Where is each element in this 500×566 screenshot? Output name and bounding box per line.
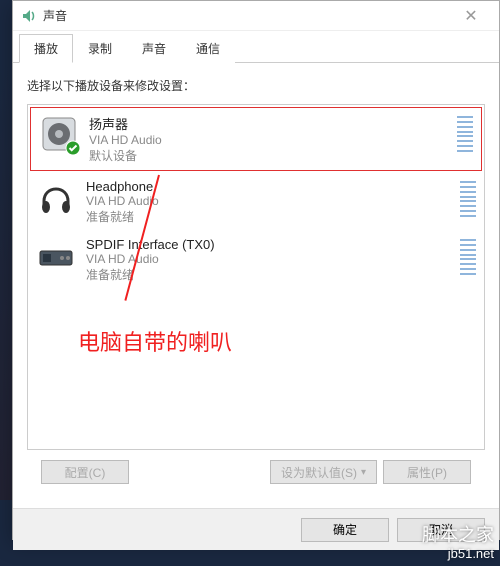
- device-status: 默认设备: [89, 147, 457, 164]
- device-name: Headphone: [86, 179, 460, 194]
- device-item-speaker[interactable]: 扬声器 VIA HD Audio 默认设备: [30, 107, 482, 171]
- tab-sounds[interactable]: 声音: [127, 34, 181, 63]
- device-info: 扬声器 VIA HD Audio 默认设备: [89, 114, 457, 164]
- tab-content: 选择以下播放设备来修改设置： 扬声器 VIA HD Audio 默认设备: [13, 63, 499, 508]
- device-name: 扬声器: [89, 114, 457, 133]
- tab-strip: 播放 录制 声音 通信: [13, 31, 499, 63]
- tab-communications[interactable]: 通信: [181, 34, 235, 63]
- tab-playback[interactable]: 播放: [19, 34, 73, 63]
- spdif-icon: [36, 237, 76, 277]
- device-status: 准备就绪: [86, 208, 460, 225]
- configure-button[interactable]: 配置(C): [41, 460, 129, 484]
- sound-dialog: 声音 ✕ 播放 录制 声音 通信 选择以下播放设备来修改设置： 扬声器 VIA …: [12, 0, 500, 540]
- device-driver: VIA HD Audio: [89, 133, 457, 147]
- titlebar: 声音 ✕: [13, 1, 499, 31]
- dialog-footer: 确定 取消: [13, 508, 499, 550]
- button-label: 配置(C): [65, 464, 106, 481]
- device-item-spdif[interactable]: SPDIF Interface (TX0) VIA HD Audio 准备就绪: [28, 231, 484, 289]
- ok-button[interactable]: 确定: [301, 518, 389, 542]
- instruction-text: 选择以下播放设备来修改设置：: [27, 77, 485, 94]
- sound-icon: [21, 8, 37, 24]
- dialog-title: 声音: [43, 7, 451, 24]
- level-meter: [457, 114, 473, 154]
- speaker-icon: [39, 114, 79, 154]
- close-button[interactable]: ✕: [451, 2, 491, 30]
- default-check-icon: [65, 140, 81, 156]
- device-item-headphone[interactable]: Headphone VIA HD Audio 准备就绪: [28, 173, 484, 231]
- device-button-row: 配置(C) 设为默认值(S) ▾ 属性(P): [27, 450, 485, 494]
- device-driver: VIA HD Audio: [86, 194, 460, 208]
- device-driver: VIA HD Audio: [86, 252, 460, 266]
- chevron-down-icon: ▾: [361, 467, 366, 478]
- button-label: 设为默认值(S): [281, 464, 357, 481]
- device-list[interactable]: 扬声器 VIA HD Audio 默认设备 Headphone VIA HD A…: [27, 104, 485, 450]
- device-info: Headphone VIA HD Audio 准备就绪: [86, 179, 460, 225]
- cancel-button[interactable]: 取消: [397, 518, 485, 542]
- properties-button[interactable]: 属性(P): [383, 460, 471, 484]
- headphone-icon: [36, 179, 76, 219]
- button-label: 属性(P): [407, 464, 447, 481]
- device-status: 准备就绪: [86, 266, 460, 283]
- level-meter: [460, 179, 476, 219]
- level-meter: [460, 237, 476, 277]
- device-info: SPDIF Interface (TX0) VIA HD Audio 准备就绪: [86, 237, 460, 283]
- set-default-button[interactable]: 设为默认值(S) ▾: [270, 460, 377, 484]
- annotation-text: 电脑自带的喇叭: [78, 325, 232, 357]
- desktop-sidebar-fragment: [0, 60, 12, 500]
- tab-recording[interactable]: 录制: [73, 34, 127, 63]
